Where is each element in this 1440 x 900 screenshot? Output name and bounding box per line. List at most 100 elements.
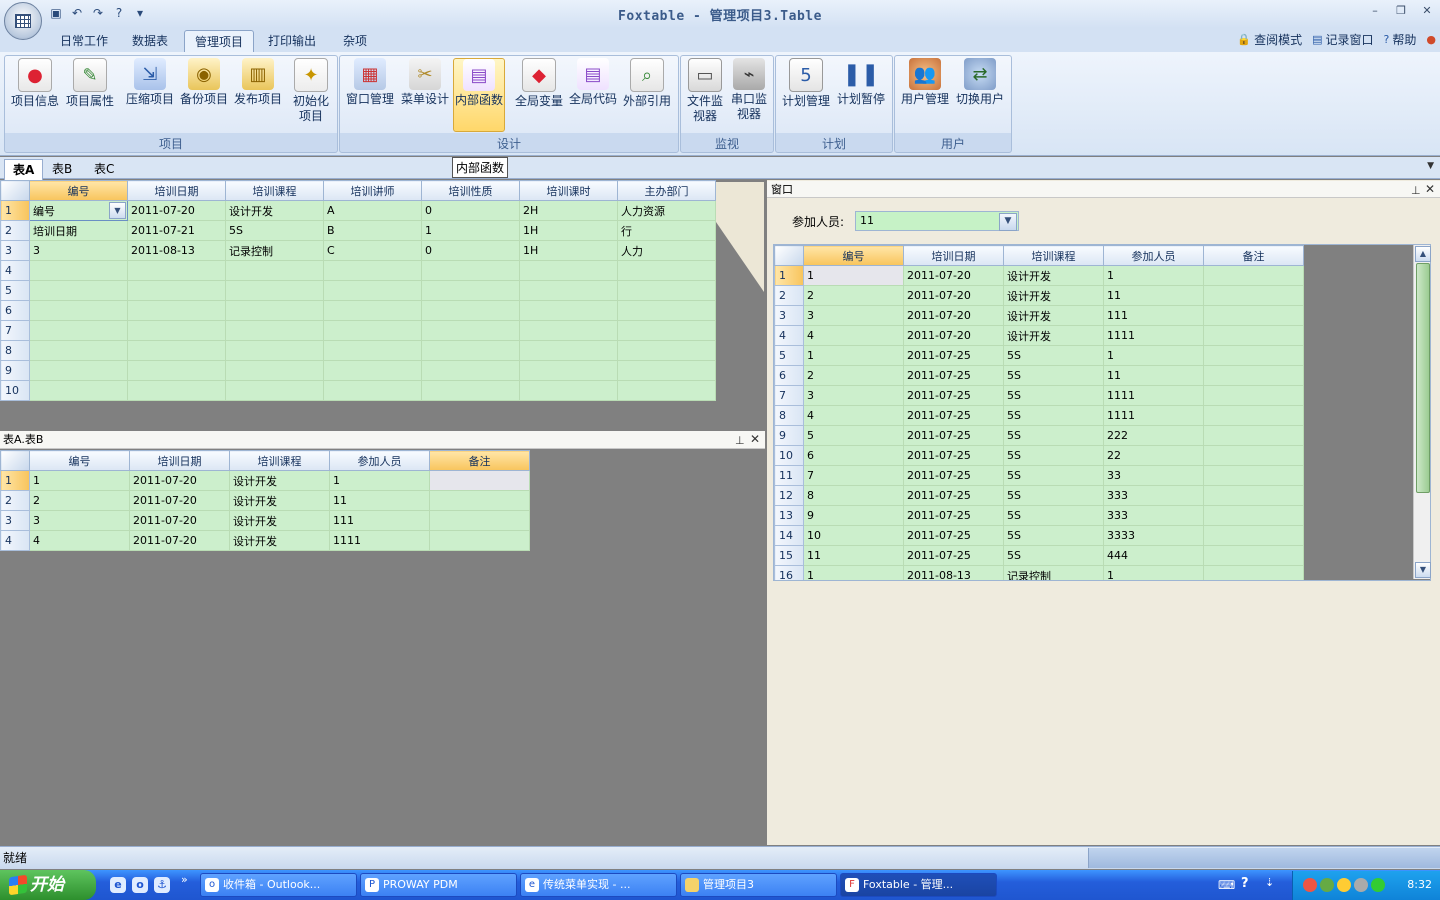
row-number[interactable]: 16 [774,565,804,580]
table-cell[interactable]: 1 [803,345,904,366]
task-outlook[interactable]: o 收件箱 - Outlook... [200,873,357,897]
table-row[interactable]: 16 1 2011-08-13 记录控制 1 [774,565,1304,580]
redo-icon[interactable]: ↷ [90,5,106,21]
table-cell[interactable] [29,260,128,281]
security-icon[interactable] [1337,878,1351,892]
pane-b-close-icon[interactable]: ✕ [750,432,760,446]
table-cell[interactable] [617,300,716,321]
table-cell[interactable]: 5S [1003,445,1104,466]
row-number[interactable]: 9 [774,425,804,446]
row-number[interactable]: 10 [774,445,804,466]
column-header[interactable]: 培训课程 [1003,245,1104,266]
table-cell[interactable]: 记录控制 [1003,565,1104,580]
table-cell[interactable] [127,280,226,301]
table-cell[interactable]: 9 [803,505,904,526]
table-cell[interactable] [1203,525,1304,546]
table-cell[interactable]: 1 [803,265,904,286]
table-row[interactable]: 6 2 2011-07-25 5S 11 [774,365,1304,386]
table-cell[interactable] [421,340,520,361]
row-number[interactable]: 15 [774,545,804,566]
help-link[interactable]: ? 帮助 [1384,31,1417,48]
table-row[interactable]: 3 3 2011-07-20 设计开发 111 [0,510,530,531]
table-cell[interactable]: 5S [1003,465,1104,486]
row-number[interactable]: 9 [0,360,30,381]
table-cell[interactable]: 2011-08-13 [127,240,226,261]
chevron-down-icon[interactable]: ▼ [999,213,1017,231]
table-row[interactable]: 7 [0,320,716,341]
global-variables-button[interactable]: ◆ 全局变量 [512,58,566,130]
row-number[interactable]: 11 [774,465,804,486]
table-cell[interactable]: 设计开发 [229,510,330,531]
table-row[interactable]: 2 2 2011-07-20 设计开发 11 [0,490,530,511]
row-number[interactable]: 4 [0,530,30,551]
record-window-link[interactable]: ▤ 记录窗口 [1312,31,1373,48]
table-cell[interactable]: 1111 [1103,385,1204,406]
column-header[interactable]: 培训性质 [421,180,520,201]
table-cell[interactable]: 10 [803,525,904,546]
table-cell[interactable]: 222 [1103,425,1204,446]
table-cell[interactable] [225,300,324,321]
table-cell[interactable]: 2 [803,285,904,306]
table-row[interactable]: 13 9 2011-07-25 5S 333 [774,505,1304,526]
table-cell[interactable]: 设计开发 [1003,325,1104,346]
table-cell[interactable] [323,380,422,401]
table-cell[interactable] [1203,505,1304,526]
keyboard-icon[interactable]: ⌨ [1218,878,1235,892]
table-row[interactable]: 1 1 2011-07-20 设计开发 1 [774,265,1304,286]
table-cell[interactable]: 2H [519,200,618,221]
table-row[interactable]: 8 4 2011-07-25 5S 1111 [774,405,1304,426]
table-cell[interactable] [617,380,716,401]
table-cell[interactable]: 设计开发 [229,470,330,491]
row-number[interactable]: 2 [774,285,804,306]
app-menu-button[interactable] [4,2,42,40]
column-header[interactable]: 培训讲师 [323,180,422,201]
table-cell[interactable] [429,490,530,511]
table-cell[interactable]: 6 [803,445,904,466]
table-cell[interactable]: 4 [803,325,904,346]
table-cell[interactable]: 2011-07-25 [903,465,1004,486]
table-cell[interactable]: 2011-07-20 [127,200,226,221]
table-cell[interactable] [29,340,128,361]
table-cell[interactable] [225,260,324,281]
schedule-pause-button[interactable]: ❚❚ 计划暂停 [834,58,888,130]
grid-corner[interactable] [0,180,30,201]
table-cell[interactable]: 5S [1003,505,1104,526]
row-number[interactable]: 1 [0,200,30,221]
task-folder-project3[interactable]: 管理项目3 [680,873,837,897]
table-cell[interactable]: 1H [519,240,618,261]
table-cell[interactable]: 5S [1003,385,1104,406]
table-cell[interactable] [29,320,128,341]
table-cell[interactable]: 2011-07-20 [903,305,1004,326]
table-cell[interactable] [421,300,520,321]
row-number[interactable]: 3 [0,240,30,261]
tab-manage-project[interactable]: 管理项目 [184,30,255,53]
table-cell[interactable] [429,470,530,491]
tab-print-output[interactable]: 打印输出 [258,30,326,52]
table-cell[interactable] [1203,405,1304,426]
column-header[interactable]: 主办部门 [617,180,716,201]
table-cell[interactable] [429,530,530,551]
table-cell[interactable]: 2011-07-25 [903,345,1004,366]
serial-monitor-button[interactable]: ⌁ 串口监视器 [727,58,771,130]
table-cell[interactable]: 1111 [1103,405,1204,426]
table-cell[interactable]: 11 [1103,365,1204,386]
anchor-icon[interactable]: ⚓ [154,877,170,893]
task-foxtable[interactable]: F Foxtable - 管理... [840,873,997,897]
ime-icon[interactable]: ⇣ [1265,876,1274,889]
table-cell[interactable] [29,300,128,321]
table-row[interactable]: 4 4 2011-07-20 设计开发 1111 [774,325,1304,346]
table-cell[interactable] [29,360,128,381]
table-cell[interactable]: 3 [803,385,904,406]
table-cell[interactable] [617,260,716,281]
table-row[interactable]: 11 7 2011-07-25 5S 33 [774,465,1304,486]
table-cell[interactable]: 设计开发 [225,200,324,221]
row-number[interactable]: 6 [0,300,30,321]
table-row[interactable]: 10 [0,380,716,401]
table-row[interactable]: 12 8 2011-07-25 5S 333 [774,485,1304,506]
table-cell[interactable] [421,320,520,341]
table-cell[interactable]: 编号 ▼ [29,200,128,221]
scroll-up-icon[interactable]: ▲ [1415,246,1431,262]
row-number[interactable]: 8 [774,405,804,426]
table-cell[interactable]: 2011-07-25 [903,445,1004,466]
row-number[interactable]: 12 [774,485,804,506]
